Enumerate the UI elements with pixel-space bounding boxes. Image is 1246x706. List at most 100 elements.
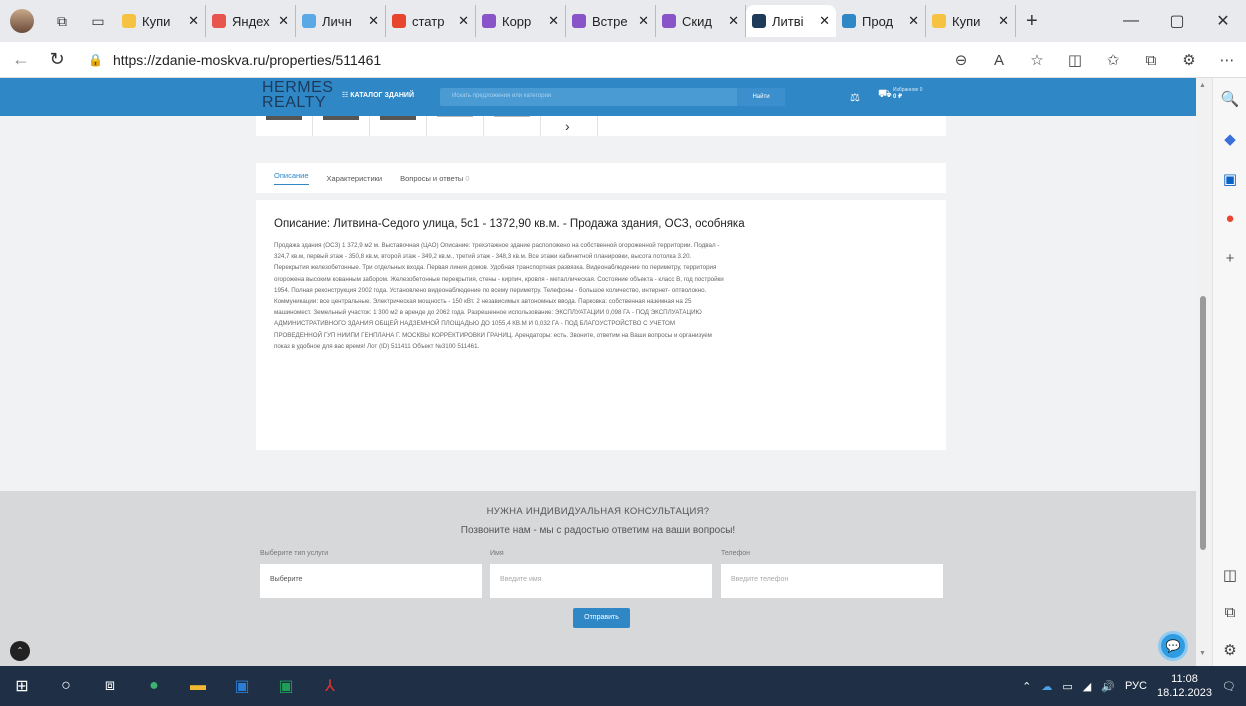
name-field[interactable]: Введите имя: [490, 564, 712, 598]
sidebar-layout-icon[interactable]: ◫: [1213, 566, 1246, 584]
settings-icon[interactable]: ⚙: [1213, 641, 1246, 659]
url-text[interactable]: https://zdanie-moskva.ru/properties/5114…: [113, 52, 381, 68]
tab-characteristics[interactable]: Характеристики: [327, 174, 383, 183]
back-icon[interactable]: ←: [6, 49, 36, 70]
browser-tab[interactable]: Яндех ✕: [206, 5, 296, 37]
close-tab-icon[interactable]: ✕: [819, 13, 830, 29]
language-indicator[interactable]: РУС: [1125, 680, 1147, 692]
close-tab-icon[interactable]: ✕: [638, 13, 649, 29]
close-tab-icon[interactable]: ✕: [368, 13, 379, 29]
browser-tab[interactable]: Скид ✕: [656, 5, 746, 37]
tab-qa[interactable]: Вопросы и ответы 0: [400, 174, 469, 183]
browser-tab[interactable]: Встре ✕: [566, 5, 656, 37]
workspaces-icon[interactable]: ⧉: [54, 13, 70, 29]
site-search[interactable]: Искать предложения или категории Найти: [440, 88, 785, 106]
close-tab-icon[interactable]: ✕: [458, 13, 469, 29]
task-view-icon[interactable]: ⧈: [88, 677, 132, 695]
search-icon[interactable]: 🔍: [1213, 90, 1246, 108]
thumbnail[interactable]: [313, 116, 370, 136]
scroll-top-button[interactable]: ⌃: [10, 641, 30, 661]
phone-label: Телефон: [721, 550, 751, 557]
catalog-button[interactable]: ☷ КАТАЛОГ ЗДАНИЙ: [342, 91, 414, 99]
network-icon[interactable]: ◢: [1083, 680, 1091, 693]
acrobat-icon[interactable]: ⅄: [308, 676, 352, 696]
consultation-form: НУЖНА ИНДИВИДУАЛЬНАЯ КОНСУЛЬТАЦИЯ? Позво…: [0, 491, 1196, 666]
excel-icon[interactable]: ▣: [264, 676, 308, 696]
tab-actions-icon[interactable]: ▭: [90, 13, 106, 29]
tab-favicon-icon: [662, 14, 676, 28]
close-tab-icon[interactable]: ✕: [908, 13, 919, 29]
tab-label: Прод: [862, 13, 894, 29]
close-tab-icon[interactable]: ✕: [998, 13, 1009, 29]
tab-favicon-icon: [302, 14, 316, 28]
split-screen-icon[interactable]: ◫: [1056, 51, 1094, 69]
outlook-taskbar-icon[interactable]: ▣: [220, 676, 264, 696]
service-select[interactable]: Выберите: [260, 564, 482, 598]
tab-favicon-icon: [212, 14, 226, 28]
browser-tab[interactable]: Личн ✕: [296, 5, 386, 37]
close-tab-icon[interactable]: ✕: [728, 13, 739, 29]
chat-button[interactable]: 💬: [1158, 631, 1188, 661]
favorite-star-icon[interactable]: ☆: [1018, 51, 1056, 69]
site-header: HERMES REALTY ☷ КАТАЛОГ ЗДАНИЙ Искать пре…: [0, 78, 1196, 116]
submit-button[interactable]: Отправить: [573, 608, 630, 628]
copilot-icon[interactable]: ◆: [1213, 130, 1246, 148]
close-tab-icon[interactable]: ✕: [188, 13, 199, 29]
favorites-widget[interactable]: Избранное 0 0 ₽: [893, 87, 923, 101]
compare-icon[interactable]: ⚖: [850, 91, 860, 104]
scrollbar-thumb[interactable]: [1200, 296, 1206, 550]
service-label: Выберите тип услуги: [260, 550, 329, 557]
close-window-button[interactable]: ✕: [1200, 11, 1246, 31]
zoom-icon[interactable]: ⊖: [942, 51, 980, 69]
tab-description[interactable]: Описание: [274, 171, 309, 185]
address-bar-row: ← ↻ 🔒 https://zdanie-moskva.ru/propertie…: [0, 42, 1246, 78]
minimize-button[interactable]: —: [1108, 12, 1154, 30]
browser-tab[interactable]: статр ✕: [386, 5, 476, 37]
notifications-icon[interactable]: 🗨: [1222, 680, 1236, 693]
browser-tab[interactable]: Литві ✕: [746, 5, 836, 37]
edge-icon[interactable]: ●: [132, 677, 176, 695]
close-tab-icon[interactable]: ✕: [548, 13, 559, 29]
browser-tab[interactable]: Прод ✕: [836, 5, 926, 37]
volume-icon[interactable]: 🔊: [1101, 680, 1115, 693]
windows-taskbar: ⊞ ○ ⧈ ● ▬ ▣ ▣ ⅄ ⌃ ☁ ▭ ◢ 🔊 РУС 11:08 18.12…: [0, 666, 1246, 706]
more-menu-icon[interactable]: ⋯: [1208, 51, 1246, 69]
extensions-icon[interactable]: ⚙: [1170, 51, 1208, 69]
search-button[interactable]: Найти: [737, 88, 785, 106]
explorer-icon[interactable]: ▬: [176, 677, 220, 695]
address-bar[interactable]: 🔒 https://zdanie-moskva.ru/properties/51…: [88, 52, 381, 68]
close-tab-icon[interactable]: ✕: [278, 13, 289, 29]
thumbnail[interactable]: [484, 116, 541, 136]
thumbnail[interactable]: [256, 116, 313, 136]
search-taskbar-icon[interactable]: ○: [44, 677, 88, 695]
page-scrollbar[interactable]: ▲ ▼: [1196, 78, 1212, 666]
clock[interactable]: 11:08 18.12.2023: [1157, 672, 1212, 700]
search-input[interactable]: Искать предложения или категории: [452, 93, 551, 99]
open-external-icon[interactable]: ⧉: [1213, 604, 1246, 621]
start-icon[interactable]: ⊞: [0, 676, 44, 696]
maximize-button[interactable]: ▢: [1154, 11, 1200, 31]
browser-tab[interactable]: Купи ✕: [926, 5, 1016, 37]
refresh-icon[interactable]: ↻: [42, 49, 72, 70]
phone-field[interactable]: Введите телефон: [721, 564, 943, 598]
favorites-icon[interactable]: ✩: [1094, 51, 1132, 69]
lock-icon[interactable]: 🔒: [88, 53, 103, 67]
site-logo[interactable]: HERMES REALTY: [262, 80, 333, 111]
cart-icon[interactable]: ⛟: [878, 88, 892, 102]
browser-tab[interactable]: Корр ✕: [476, 5, 566, 37]
profile-avatar[interactable]: [10, 9, 34, 33]
add-icon[interactable]: +: [1213, 250, 1246, 267]
collections-icon[interactable]: ⧉: [1132, 52, 1170, 69]
onedrive-icon[interactable]: ☁: [1041, 680, 1052, 693]
outlook-icon[interactable]: ▣: [1213, 170, 1246, 188]
tray-chevron-icon[interactable]: ⌃: [1022, 680, 1031, 693]
read-aloud-icon[interactable]: A: [980, 52, 1018, 69]
browser-tab[interactable]: Купи ✕: [116, 5, 206, 37]
gallery-next[interactable]: ›: [541, 116, 598, 136]
thumbnail[interactable]: [427, 116, 484, 136]
tab-label: Встре: [592, 13, 628, 29]
thumbnail[interactable]: [370, 116, 427, 136]
yandex-icon[interactable]: ●: [1213, 210, 1246, 227]
battery-icon[interactable]: ▭: [1062, 680, 1072, 693]
new-tab-button[interactable]: +: [1026, 10, 1038, 33]
